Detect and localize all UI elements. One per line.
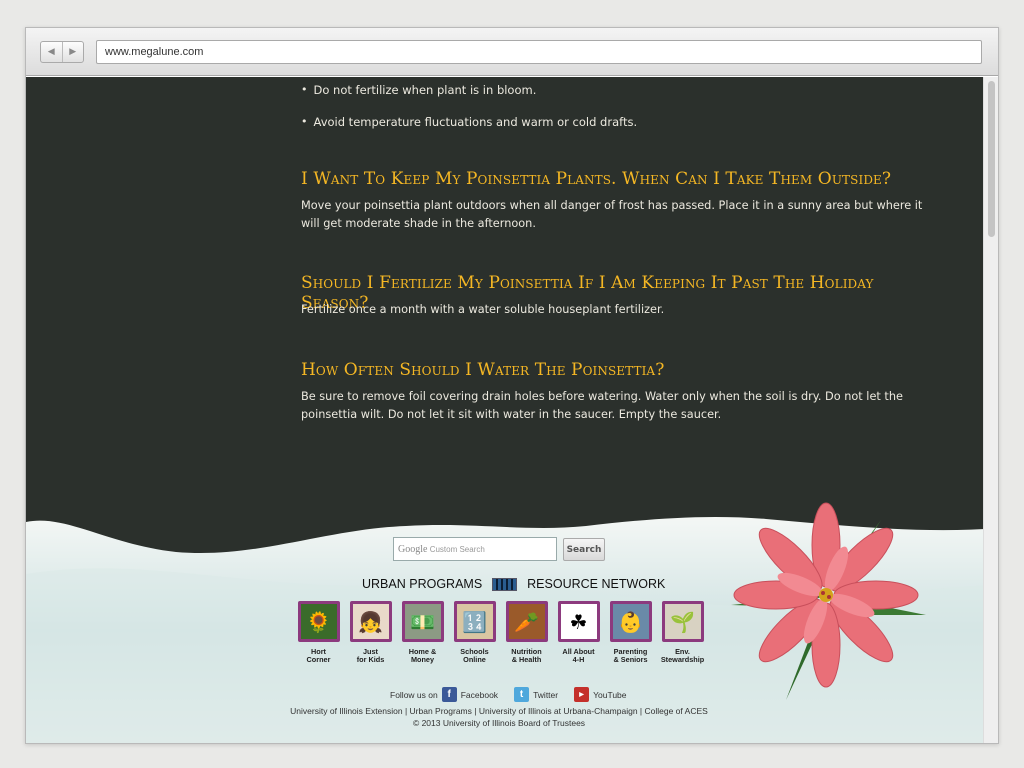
program-tile[interactable]: ☘ All About 4-H: [557, 601, 600, 664]
network-logo-icon: [492, 577, 518, 591]
back-arrow-icon[interactable]: ◀: [41, 42, 62, 62]
twitter-icon[interactable]: t: [514, 687, 530, 702]
search-placeholder: Custom Search: [429, 545, 485, 554]
site-footer: Google Custom Search Search URBAN PROGRA…: [26, 77, 982, 743]
address-bar[interactable]: www.megalune.com: [96, 40, 982, 64]
google-logo: Google: [398, 544, 428, 555]
page-viewport: • Do not fertilize when plant is in bloom…: [26, 77, 998, 743]
kids-icon[interactable]: 👧: [349, 601, 392, 642]
program-tile-label[interactable]: Env. Stewardship: [661, 648, 704, 664]
program-tile[interactable]: 👶 Parenting & Seniors: [609, 601, 652, 664]
copyright: © 2013 University of Illinois Board of T…: [412, 718, 586, 728]
program-tiles: 🌻 Hort Corner 👧 Just for Kids 💵 Home & Money 🔢…: [297, 601, 704, 664]
program-tile[interactable]: 🌻 Hort Corner: [297, 601, 340, 664]
browser-toolbar: ◀ ▶ www.megalune.com: [26, 28, 998, 76]
urban-programs-label: URBAN PROGRAMS: [362, 577, 483, 591]
footer-links: University of Illinois Extension | Urban…: [26, 705, 972, 729]
footer-institution-links[interactable]: University of Illinois Extension | Urban…: [26, 705, 972, 717]
program-tile[interactable]: 🌱 Env. Stewardship: [661, 601, 704, 664]
program-tile[interactable]: 🔢 Schools Online: [453, 601, 496, 664]
program-tile[interactable]: 🥕 Nutrition & Health: [505, 601, 548, 664]
scrollbar-thumb[interactable]: [988, 81, 995, 237]
program-tile-label[interactable]: All About 4-H: [562, 648, 594, 664]
seedling-icon[interactable]: 🌱: [661, 601, 704, 642]
urban-programs-banner: URBAN PROGRAMS RESOURCE NETWORK: [362, 577, 665, 591]
vegetables-icon[interactable]: 🥕: [505, 601, 548, 642]
facebook-icon[interactable]: f: [441, 687, 457, 702]
program-tile[interactable]: 👧 Just for Kids: [349, 601, 392, 664]
program-tile-label[interactable]: Home & Money: [409, 648, 437, 664]
blocks-icon[interactable]: 🔢: [453, 601, 496, 642]
browser-window: ◀ ▶ www.megalune.com • Do not fertilize w…: [25, 27, 999, 744]
follow-label: Follow us on: [390, 689, 438, 700]
clover-icon[interactable]: ☘: [557, 601, 600, 642]
nav-buttons: ◀ ▶: [40, 41, 84, 63]
forward-arrow-icon[interactable]: ▶: [61, 42, 84, 62]
program-tile-label[interactable]: Hort Corner: [307, 648, 331, 664]
youtube-icon[interactable]: ▶: [574, 687, 590, 702]
twitter-link[interactable]: Twitter: [533, 690, 558, 700]
family-icon[interactable]: 👶: [609, 601, 652, 642]
money-icon[interactable]: 💵: [401, 601, 444, 642]
program-tile[interactable]: 💵 Home & Money: [401, 601, 444, 664]
resource-network-label: RESOURCE NETWORK: [527, 577, 666, 591]
vertical-scrollbar[interactable]: [983, 77, 998, 743]
facebook-link[interactable]: Facebook: [461, 690, 498, 700]
social-links: Follow us on f Facebook t Twitter ▶ YouT…: [390, 687, 627, 702]
poinsettia-icon: [731, 502, 926, 700]
program-tile-label[interactable]: Nutrition & Health: [511, 648, 541, 664]
search-button[interactable]: Search: [563, 538, 605, 561]
program-tile-label[interactable]: Just for Kids: [357, 648, 385, 664]
youtube-link[interactable]: YouTube: [593, 690, 626, 700]
program-tile-label[interactable]: Schools Online: [460, 648, 488, 664]
sunflower-icon[interactable]: 🌻: [297, 601, 340, 642]
search-input[interactable]: Google Custom Search: [393, 537, 557, 561]
program-tile-label[interactable]: Parenting & Seniors: [613, 648, 647, 664]
